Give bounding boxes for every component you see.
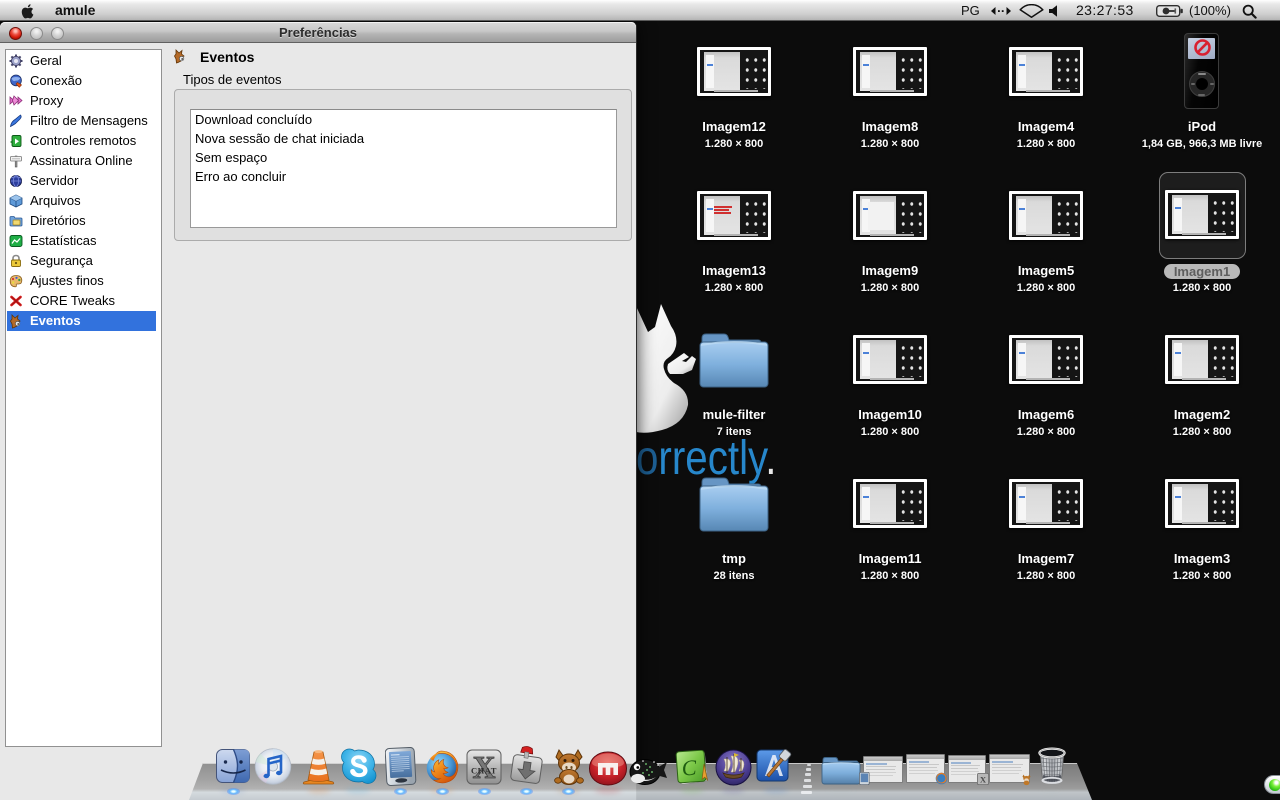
svg-text:X: X: [980, 774, 987, 784]
svg-text:C: C: [681, 755, 698, 781]
svg-text:CHAT: CHAT: [471, 766, 497, 776]
